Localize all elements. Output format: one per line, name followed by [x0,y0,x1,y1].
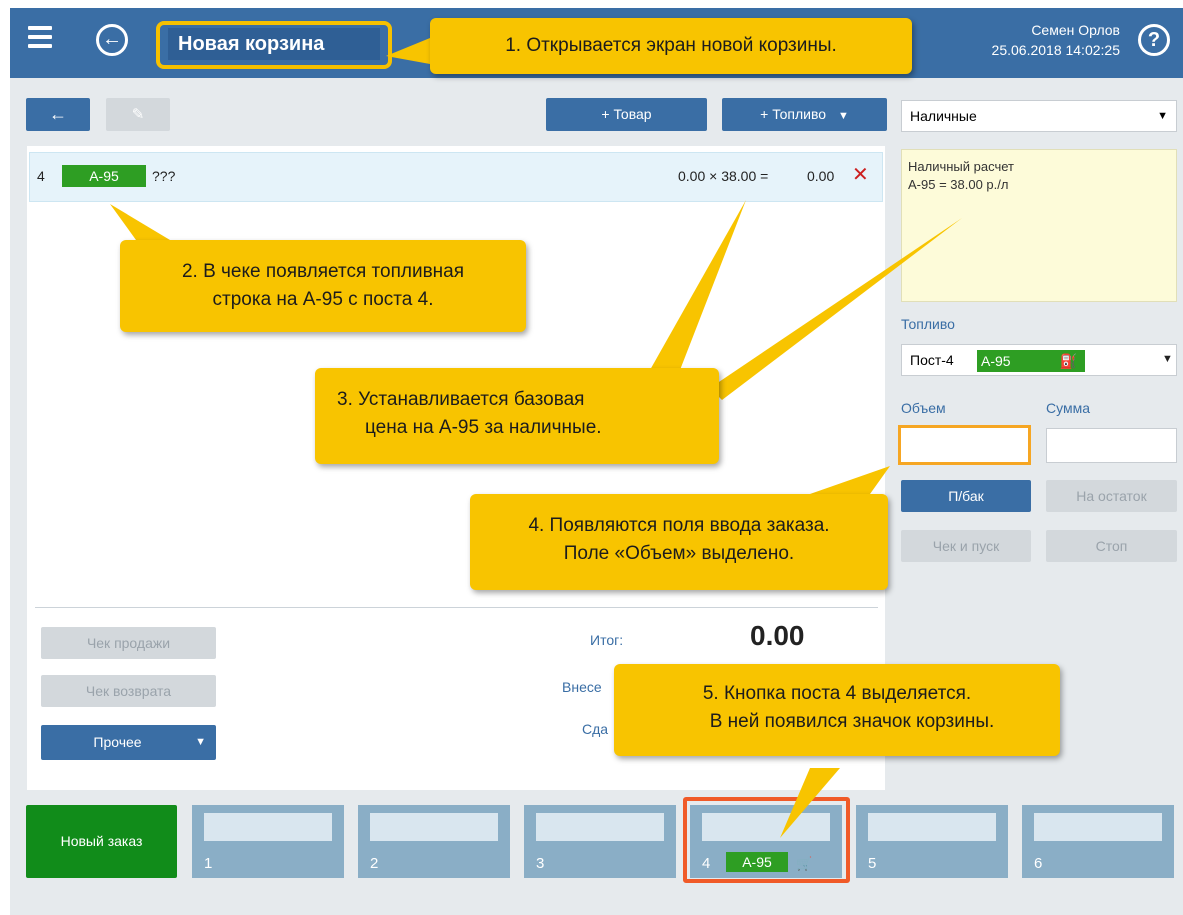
callout-2-line1: 2. В чеке появляется топливная [181,261,465,282]
callout-5-line1: 5. Кнопка поста 4 выделяется. [702,683,972,704]
callout-1: 1. Открывается экран новой корзины. [430,18,912,74]
callout-5: 5. Кнопка поста 4 выделяется. В ней появ… [614,664,1060,756]
callout-2-line2: строка на А-95 с поста 4. [212,289,434,310]
callout-2: 2. В чеке появляется топливная строка на… [120,240,526,332]
callout-4: 4. Появляются поля ввода заказа. Поле «О… [470,494,888,590]
callout-3: 3. Устанавливается базовая цена на А-95 … [315,368,719,464]
callout-3-line2: цена на А-95 за наличные. [365,417,602,438]
callout-3-line1: 3. Устанавливается базовая [337,389,585,410]
callout-4-line2: Поле «Объем» выделено. [563,543,795,564]
callout-4-line1: 4. Появляются поля ввода заказа. [528,515,830,536]
app-window: ← Новая корзина Семен Орлов 25.06.2018 1… [10,8,1183,915]
callout-5-line2: В ней появился значок корзины. [709,711,995,732]
